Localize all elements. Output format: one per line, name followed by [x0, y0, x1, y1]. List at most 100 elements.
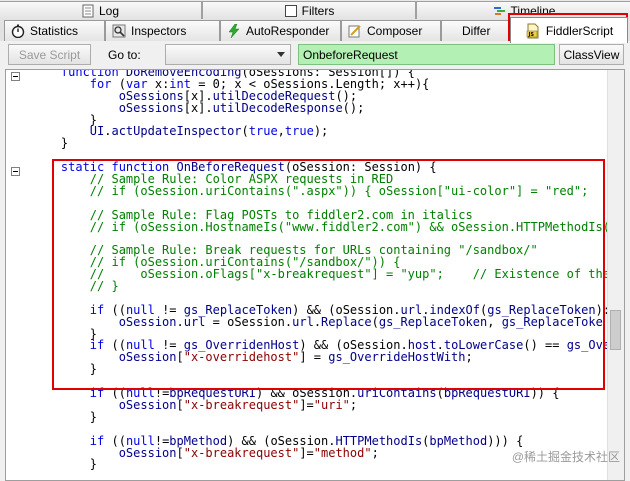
code-token: ();: [342, 100, 365, 115]
tab-log-label: Log: [98, 3, 120, 18]
editor-gutter: [6, 70, 30, 480]
composer-icon: [348, 24, 362, 38]
code-token: // }: [32, 279, 119, 294]
code-token: gs_OverrideHostWith: [328, 350, 466, 365]
code-token: "x-overridehost": [183, 350, 300, 365]
code-token: ,: [277, 124, 285, 139]
classview-label: ClassView: [563, 47, 620, 62]
script-toolbar: Save Script Go to: OnbeforeRequest Class…: [0, 41, 630, 69]
chevron-down-icon: [277, 52, 285, 57]
code-token: (: [241, 124, 249, 139]
code-line[interactable]: oSession["x-breakrequest"]="uri";: [32, 397, 610, 412]
vertical-scrollbar[interactable]: [607, 70, 624, 480]
tab-autoresponder[interactable]: AutoResponder: [220, 20, 341, 41]
classview-button[interactable]: ClassView: [559, 44, 624, 65]
code-token: url: [183, 314, 206, 329]
code-token: utilDecodeResponse: [212, 100, 343, 115]
code-token: "x-breakrequest": [183, 397, 300, 412]
scrollbar-thumb[interactable]: [610, 310, 621, 350]
code-token: // if (oSession.uriContains(".aspx")) { …: [32, 183, 589, 198]
code-token: bpMethod: [429, 433, 488, 448]
tab-inspectors[interactable]: Inspectors: [105, 20, 220, 41]
code-token: ;: [371, 445, 379, 460]
inspectors-icon: [112, 24, 126, 38]
code-line[interactable]: }: [32, 409, 610, 424]
code-token: }: [32, 362, 98, 377]
filters-checkbox-icon: [284, 4, 298, 18]
code-token: [: [176, 445, 184, 460]
code-token: .: [176, 314, 184, 329]
code-area[interactable]: function DoRemoveEncoding(oSessions: Ses…: [32, 70, 611, 472]
stopwatch-icon: [11, 24, 25, 39]
script-editor[interactable]: function DoRemoveEncoding(oSessions: Ses…: [5, 69, 625, 481]
code-token: = oSession.: [205, 314, 293, 329]
code-token: gs_Ove: [566, 338, 611, 353]
log-icon: [81, 4, 95, 18]
main-tab-row: Statistics Inspectors AutoResponder Comp…: [0, 17, 630, 43]
code-line[interactable]: oSession["x-overridehost"] = gs_Override…: [32, 350, 610, 365]
code-token: [: [176, 350, 184, 365]
code-token: (: [371, 314, 379, 329]
code-token: }: [32, 409, 98, 424]
code-line[interactable]: // }: [32, 279, 610, 294]
code-token: actUpdateInspector: [111, 124, 242, 139]
code-token: )) {: [530, 386, 560, 401]
tab-filters-label: Filters: [301, 3, 335, 18]
code-token: ;: [465, 350, 473, 365]
goto-label: Go to:: [108, 48, 141, 62]
svg-text:JS: JS: [527, 32, 534, 38]
code-token: (: [436, 386, 444, 401]
code-token: uriContains: [357, 386, 437, 401]
tab-filters[interactable]: Filters: [202, 1, 416, 19]
tab-timeline-label: Timeline: [510, 3, 556, 18]
code-line[interactable]: }: [32, 362, 610, 377]
code-line[interactable]: UI.actUpdateInspector(true,true);: [32, 124, 610, 139]
code-token: url: [292, 314, 314, 329]
code-line[interactable]: // if (oSession.HostnameIs("www.fiddler2…: [32, 221, 610, 234]
tab-statistics[interactable]: Statistics: [4, 20, 105, 41]
tab-autoresponder-label: AutoResponder: [246, 24, 330, 38]
code-token: ,: [487, 314, 502, 329]
code-line[interactable]: oSession.url = oSession.url.Replace(gs_R…: [32, 314, 610, 329]
watermark: @稀土掘金技术社区: [511, 450, 620, 464]
save-script-label: Save Script: [18, 47, 81, 62]
code-token: bpRequestURI: [443, 386, 531, 401]
tab-fiddlerscript-label: FiddlerScript: [545, 23, 614, 38]
code-token: () ==: [523, 338, 567, 353]
code-token: [x].: [183, 100, 213, 115]
code-line[interactable]: oSessions[x].utilDecodeResponse();: [32, 100, 610, 115]
tab-differ-label: Differ: [462, 24, 491, 38]
tab-composer[interactable]: Composer: [341, 20, 441, 41]
tab-statistics-label: Statistics: [30, 24, 79, 38]
tab-log[interactable]: Log: [0, 1, 202, 19]
code-token: gs_ReplaceToken: [378, 314, 488, 329]
code-token: }: [32, 457, 98, 472]
code-token: Replace: [321, 314, 372, 329]
code-line[interactable]: // oSession.oFlags["x-breakrequest"] = "…: [32, 268, 610, 281]
code-token: ]=: [299, 445, 314, 460]
code-token: [: [176, 397, 184, 412]
code-token: "uri": [313, 397, 350, 412]
fold-toggle-icon[interactable]: [11, 167, 20, 176]
code-token: true: [284, 124, 314, 139]
fold-toggle-icon[interactable]: [11, 72, 20, 81]
save-script-button[interactable]: Save Script: [8, 44, 91, 65]
tab-inspectors-label: Inspectors: [131, 24, 187, 38]
code-token: );: [313, 124, 329, 139]
code-token: "x-breakrequest": [183, 445, 300, 460]
tab-fiddlerscript[interactable]: JS FiddlerScript: [510, 17, 628, 43]
code-token: ;: [349, 397, 358, 412]
goto-function-value: OnbeforeRequest: [303, 48, 398, 62]
code-token: ))) {: [487, 433, 524, 448]
js-file-icon: JS: [525, 23, 541, 39]
goto-function-field[interactable]: OnbeforeRequest: [298, 44, 555, 65]
code-token: "method": [313, 445, 372, 460]
code-token: .: [313, 314, 322, 329]
code-token: ]=: [299, 397, 314, 412]
code-line[interactable]: }: [32, 137, 610, 150]
code-line[interactable]: // if (oSession.uriContains(".aspx")) { …: [32, 183, 610, 198]
tab-composer-label: Composer: [367, 24, 423, 38]
tab-differ[interactable]: Differ: [441, 20, 510, 41]
timeline-icon: [493, 4, 507, 18]
goto-class-dropdown[interactable]: [165, 44, 291, 65]
